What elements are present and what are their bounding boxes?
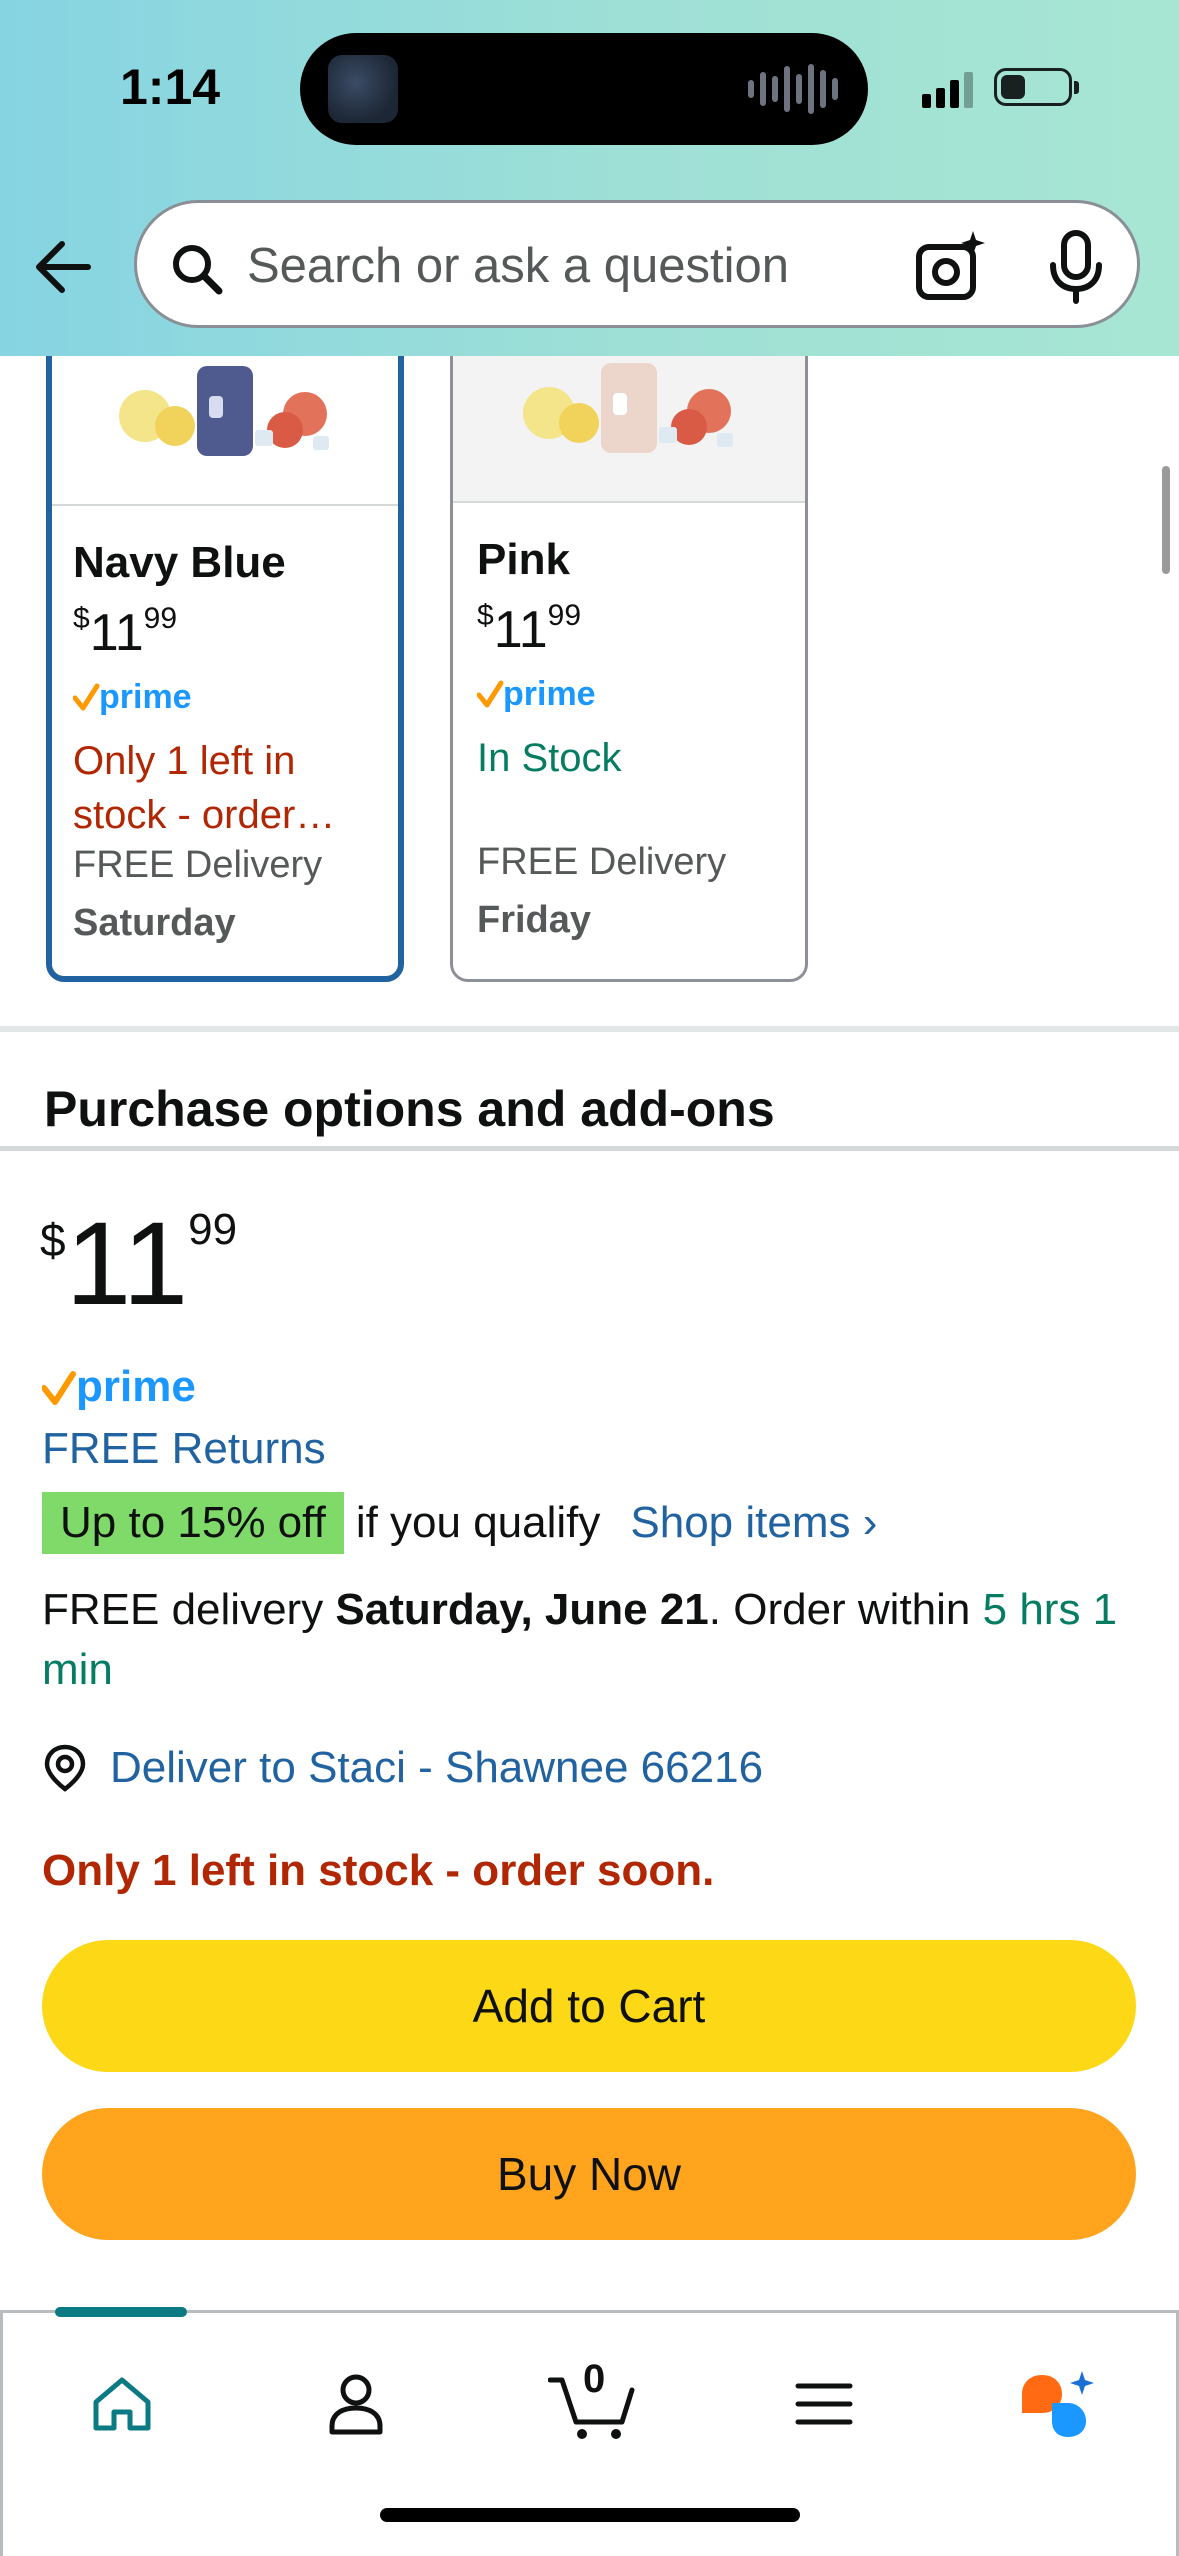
variant-delivery-day: Saturday (73, 902, 236, 944)
prime-badge: prime (41, 1362, 222, 1419)
status-time: 1:14 (120, 59, 221, 115)
deliver-to-text: Deliver to Staci - Shawnee 66216 (110, 1743, 764, 1792)
location-pin-icon (44, 1744, 86, 1792)
prime-badge: prime (476, 675, 617, 720)
dynamic-island (300, 33, 868, 145)
active-tab-indicator (55, 2307, 187, 2317)
home-icon (93, 2377, 151, 2431)
variant-availability: Only 1 left in stock - order… (73, 739, 336, 837)
delivery-date: Saturday, June 21 (335, 1585, 709, 1634)
add-to-cart-button[interactable]: Add to Cart (42, 1940, 1136, 2072)
menu-icon (795, 2383, 853, 2425)
camera-lens-icon[interactable] (913, 229, 989, 305)
free-returns-link[interactable]: FREE Returns (42, 1424, 326, 1474)
svg-text:prime: prime (76, 1362, 196, 1411)
cellular-signal-icon (922, 72, 973, 108)
variant-delivery-label: FREE Delivery (477, 841, 727, 883)
variant-price: $1199 (73, 602, 178, 662)
deliver-to-link[interactable]: Deliver to Staci - Shawnee 66216 (42, 1738, 763, 1798)
svg-text:prime: prime (503, 675, 596, 713)
variant-card-navy-blue[interactable]: Navy Blue $1199 prime Only 1 left in sto… (46, 300, 404, 982)
prime-logo-icon: prime (72, 678, 192, 716)
account-icon (329, 2374, 383, 2435)
variant-name: Navy Blue (73, 538, 286, 587)
promo-text: if you qualify (355, 1498, 601, 1547)
back-arrow-icon[interactable] (30, 232, 100, 302)
audio-waveform-icon (748, 63, 838, 115)
variant-availability: In Stock (477, 736, 622, 780)
page-scrollbar[interactable] (1162, 466, 1170, 574)
search-input[interactable] (247, 231, 947, 301)
variant-price: $1199 (477, 599, 582, 659)
search-bar[interactable] (134, 200, 1140, 328)
nav-home[interactable] (77, 2359, 167, 2449)
variant-card-pink[interactable]: Pink $1199 prime In Stock FREE Delivery … (450, 300, 808, 982)
svg-text:prime: prime (99, 678, 192, 716)
variant-delivery-label: FREE Delivery (73, 844, 323, 886)
now-playing-artwork (328, 55, 398, 123)
nav-account[interactable] (311, 2359, 401, 2449)
stock-warning: Only 1 left in stock - order soon. (42, 1846, 715, 1895)
nav-rufus[interactable] (1011, 2359, 1101, 2449)
section-divider (0, 1146, 1179, 1151)
home-indicator[interactable] (380, 2508, 800, 2522)
microphone-icon[interactable] (1041, 229, 1111, 305)
shop-items-link[interactable]: Shop items › (630, 1498, 877, 1548)
promo-row: Up to 15% off if you qualify Shop items … (42, 1490, 877, 1556)
buybox-price: $1199 (40, 1198, 238, 1330)
variant-delivery-day: Friday (477, 899, 592, 941)
prime-badge: prime (72, 678, 213, 723)
buy-now-button[interactable]: Buy Now (42, 2108, 1136, 2240)
variant-name: Pink (477, 535, 570, 584)
promo-badge: Up to 15% off (42, 1492, 344, 1554)
cart-count: 0 (583, 2357, 606, 2401)
battery-icon (994, 68, 1079, 106)
prime-logo-icon: prime (41, 1362, 196, 1411)
nav-cart[interactable]: 0 (543, 2357, 643, 2449)
prime-logo-icon: prime (476, 675, 596, 713)
nav-menu[interactable] (779, 2359, 869, 2449)
app-header: 1:14 (0, 0, 1179, 356)
rufus-ai-icon (1022, 2371, 1094, 2437)
section-title: Purchase options and add-ons (44, 1081, 775, 1137)
search-icon (173, 245, 223, 295)
section-divider (0, 1026, 1179, 1032)
delivery-message: FREE delivery Saturday, June 21. Order w… (42, 1585, 1118, 1694)
